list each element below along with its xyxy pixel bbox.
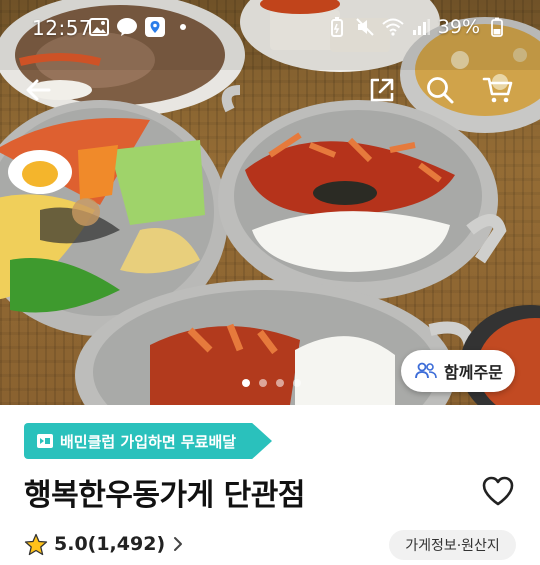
share-button[interactable] [364, 72, 400, 108]
search-icon [427, 77, 454, 104]
group-order-button[interactable]: 함께주문 [401, 350, 515, 392]
kakaotalk-icon [116, 16, 138, 38]
status-time: 12:57 [32, 16, 93, 40]
notification-icons [88, 16, 194, 38]
status-bar: 12:57 39% [0, 10, 540, 46]
share-icon [370, 78, 394, 102]
rating-reviews-link[interactable]: 5.0(1,492) [24, 530, 185, 558]
chevron-right-icon [174, 537, 183, 551]
back-arrow-icon [26, 79, 51, 101]
store-name: 행복한우동가게 단관점 [24, 478, 305, 513]
club-banner-label: 배민클럽 가입하면 무료배달 [60, 432, 237, 451]
store-info-button[interactable]: 가게정보·원산지 [389, 530, 516, 560]
food-photo [0, 0, 540, 405]
carousel-indicator [242, 379, 301, 387]
carousel-dot-2[interactable] [259, 379, 267, 387]
signal-icon [410, 16, 432, 38]
baemin-club-banner[interactable]: 배민클럽 가입하면 무료배달 [24, 423, 272, 459]
search-button[interactable] [422, 72, 458, 108]
carousel-dot-1[interactable] [242, 379, 250, 387]
dot-icon [172, 16, 194, 38]
store-photo-carousel[interactable]: 12:57 39% 함께주문 [0, 0, 540, 405]
group-order-label: 함께주문 [444, 363, 503, 382]
battery-saver-icon [326, 16, 348, 38]
cart-button[interactable] [480, 72, 516, 108]
app-header [0, 66, 540, 114]
rating-value: 5.0(1,492) [54, 533, 166, 555]
carousel-dot-3[interactable] [276, 379, 284, 387]
system-icons: 39% [326, 16, 508, 38]
heart-icon [482, 476, 514, 506]
cart-icon [482, 77, 513, 103]
gallery-icon [88, 16, 110, 38]
wifi-icon [382, 16, 404, 38]
star-icon [24, 533, 48, 555]
battery-icon [486, 16, 508, 38]
baemin-club-icon [37, 434, 53, 448]
map-pin-app-icon [144, 16, 166, 38]
mute-icon [354, 16, 376, 38]
people-icon [415, 362, 437, 379]
battery-percent: 39% [437, 16, 480, 38]
favorite-button[interactable] [481, 475, 515, 507]
store-info-label: 가게정보·원산지 [405, 538, 500, 554]
carousel-dot-4[interactable] [293, 379, 301, 387]
back-button[interactable] [20, 72, 56, 108]
